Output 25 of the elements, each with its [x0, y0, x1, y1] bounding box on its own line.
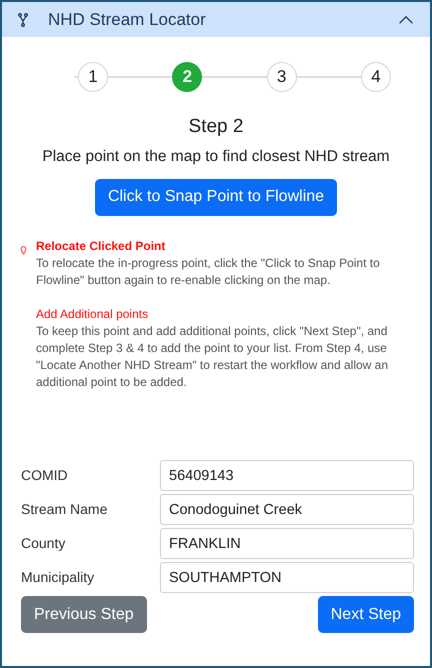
field-label: County	[21, 534, 66, 553]
instruction-text: Place point on the map to find closest NHD stream	[41, 146, 391, 166]
input-field[interactable]: FRANKLIN	[160, 528, 414, 559]
chevron-icon[interactable]	[398, 14, 414, 24]
panel-title: NHD Stream Locator	[48, 8, 207, 31]
step-indicator[interactable]: 4	[360, 62, 391, 92]
note-text: To relocate the in-progress point, click the "Click to Snap Point to Flowline" button again to re-enable clicking on the map.	[36, 254, 381, 288]
note-title: Relocate Clicked Point	[36, 238, 166, 254]
note-text: To keep this point and add additional points, click "Next Step", and complete Step 3 & 4 to add the point to your list. From Step 4, use "Locate Another NHD Stream" to restart the workflow and allow an additional point to be added.	[36, 322, 390, 390]
note-title: Add Additional points	[36, 306, 150, 322]
input-field[interactable]: 56409143	[160, 460, 414, 491]
field-label: Municipality	[21, 568, 96, 587]
field-label: Stream Name	[21, 500, 108, 519]
step-indicator[interactable]: 1	[78, 62, 108, 92]
input-field[interactable]: Conodoguinet Creek	[160, 494, 414, 525]
branch-icon	[18, 12, 28, 26]
previous-step-button[interactable]: Previous Step	[21, 596, 147, 633]
step-indicator[interactable]: 3	[266, 62, 297, 92]
input-field[interactable]: SOUTHAMPTON	[160, 562, 414, 593]
next-step-button[interactable]: Next Step	[318, 596, 414, 633]
lightbulb-icon	[20, 246, 27, 254]
field-label: COMID	[21, 466, 69, 485]
panel-header[interactable]: NHD Stream Locator	[2, 2, 430, 37]
step-heading: Step 2	[188, 115, 244, 139]
snap-point-button[interactable]: Click to Snap Point to Flowline	[94, 178, 338, 216]
